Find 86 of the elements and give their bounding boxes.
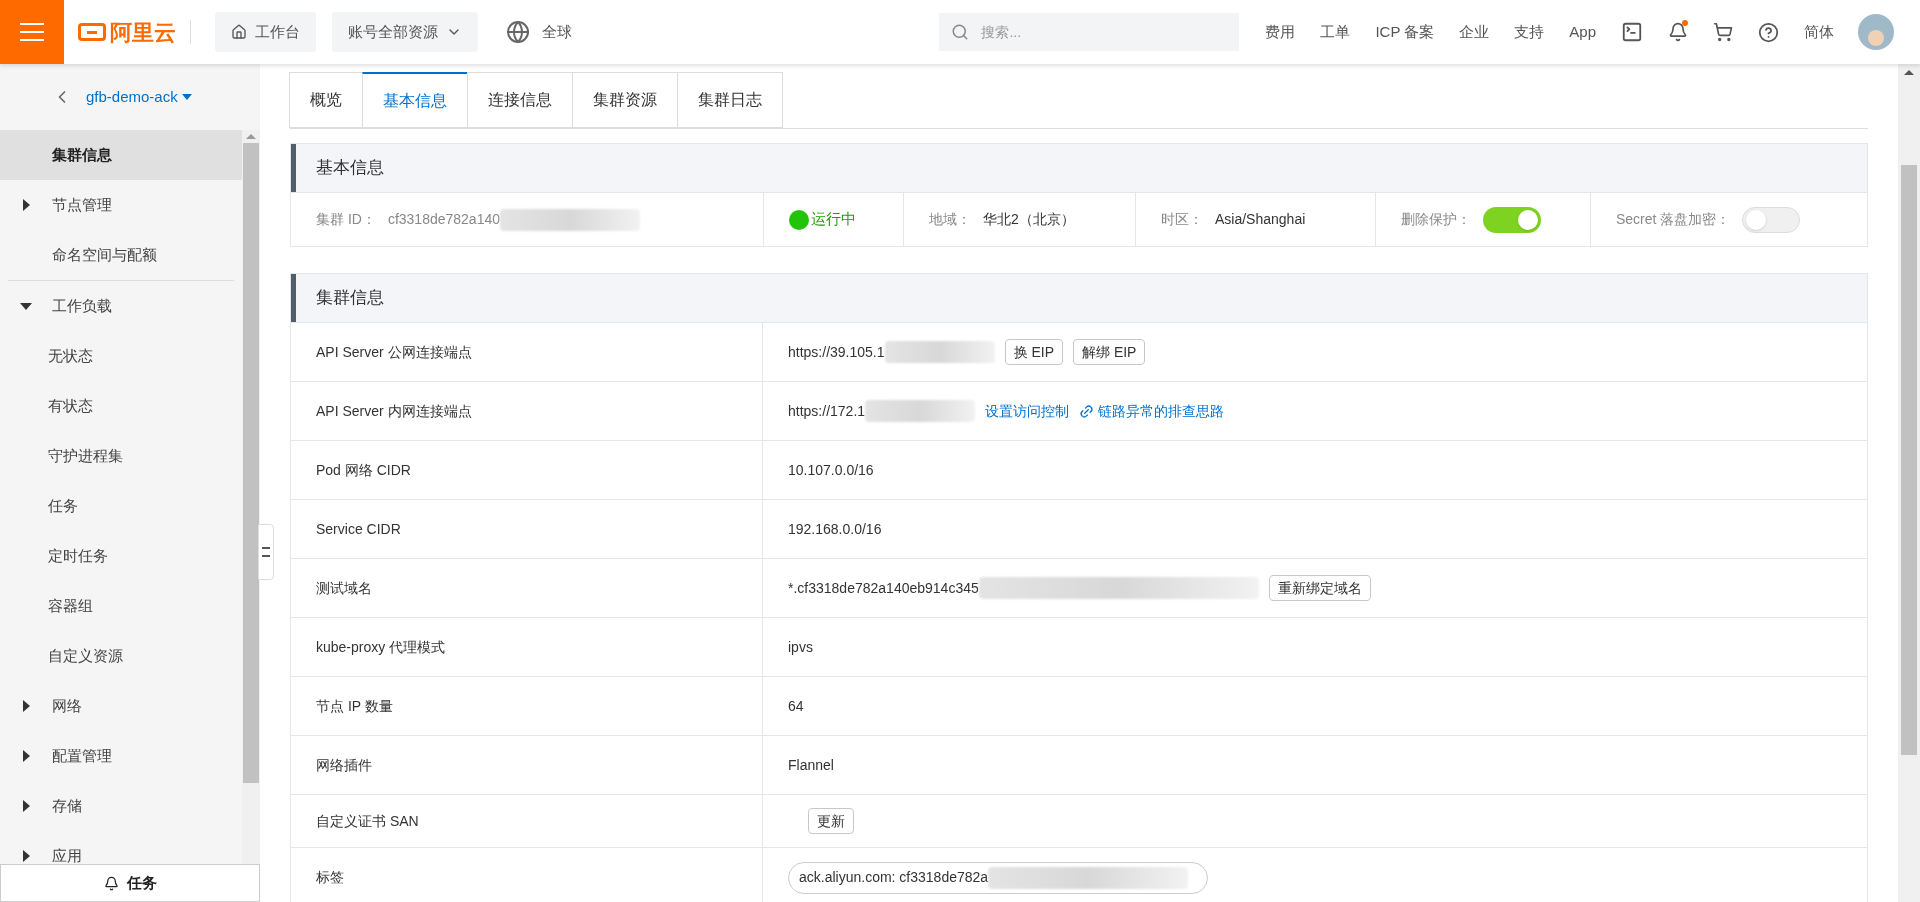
caret-right-icon	[22, 700, 30, 712]
sidebar-subitem[interactable]: 容器组	[0, 581, 242, 631]
caret-down-icon	[20, 302, 32, 310]
home-icon	[231, 24, 247, 40]
region-button[interactable]: 全球	[506, 20, 572, 44]
sidebar-item[interactable]: 配置管理	[0, 731, 242, 781]
action-button[interactable]: 解绑 EIP	[1073, 339, 1146, 365]
tasks-button[interactable]: 任务	[0, 864, 260, 902]
workbench-button[interactable]: 工作台	[215, 12, 316, 52]
sidebar-subitem[interactable]: 有状态	[0, 381, 242, 431]
sidebar-subitem[interactable]: 无状态	[0, 331, 242, 381]
tab[interactable]: 基本信息	[362, 72, 468, 128]
caret-right-icon	[22, 800, 30, 812]
field-label: 集群 ID：	[316, 210, 376, 229]
link[interactable]: 设置访问控制	[985, 400, 1070, 422]
row-value: https://172.1	[788, 401, 866, 421]
terminal-icon[interactable]	[1621, 21, 1643, 43]
link[interactable]: 链路异常的排查思路	[1098, 400, 1225, 422]
search-icon	[951, 23, 970, 41]
section-header: 基本信息	[291, 144, 1867, 192]
status-text: 运行中	[811, 209, 856, 230]
row-value: *.cf3318de782a140eb914c345	[788, 578, 979, 598]
help-icon[interactable]	[1758, 21, 1779, 43]
row-label: API Server 公网连接端点	[316, 342, 472, 362]
scrollbar[interactable]	[242, 130, 260, 864]
field-label: 地域：	[929, 210, 971, 229]
nav-link[interactable]: ICP 备案	[1375, 20, 1435, 44]
notification-bell-icon[interactable]	[1668, 22, 1688, 42]
planet-icon	[506, 20, 530, 44]
field-value: 华北2（北京）	[983, 210, 1075, 229]
field-value: cf3318de782a140	[387, 210, 500, 229]
sidebar-item[interactable]: 工作负载	[0, 281, 242, 331]
action-button[interactable]: 更新	[808, 808, 854, 834]
row-value: 192.168.0.0/16	[788, 519, 882, 539]
toggle-switch[interactable]	[1483, 206, 1541, 233]
action-button[interactable]: 重新绑定域名	[1268, 575, 1371, 601]
sidebar-subitem[interactable]: 任务	[0, 481, 242, 531]
row-value: ipvs	[788, 637, 813, 657]
sidebar-item[interactable]: 网络	[0, 681, 242, 731]
nav-link[interactable]: 企业	[1459, 20, 1490, 44]
row-value: https://39.105.1	[788, 342, 885, 362]
sidebar-item[interactable]: 节点管理	[0, 180, 242, 230]
caret-right-icon	[22, 750, 30, 762]
field-label: Secret 落盘加密：	[1616, 210, 1731, 229]
cluster-selector[interactable]: gfb-demo-ack	[86, 85, 192, 109]
action-button[interactable]: 换 EIP	[1004, 339, 1063, 365]
sidebar-item[interactable]: 存储	[0, 781, 242, 831]
row-value: 10.107.0.0/16	[788, 460, 874, 480]
collapse-handle[interactable]	[258, 524, 274, 580]
language-link[interactable]: 简体	[1804, 20, 1834, 44]
logo-icon	[78, 23, 106, 41]
caret-right-icon	[22, 199, 30, 211]
nav-link[interactable]: 工单	[1320, 20, 1351, 44]
field-label: 时区：	[1161, 210, 1203, 229]
tab[interactable]: 集群日志	[677, 72, 783, 128]
row-label: API Server 内网连接端点	[316, 401, 472, 421]
row-label: 测试域名	[316, 578, 372, 598]
section-header: 集群信息	[291, 274, 1867, 322]
sidebar-item[interactable]: 集群信息	[0, 130, 242, 180]
toggle-switch[interactable]	[1742, 206, 1801, 233]
tab[interactable]: 连接信息	[467, 72, 573, 128]
row-label: Service CIDR	[316, 519, 401, 539]
row-label: 节点 IP 数量	[316, 696, 393, 716]
scrollbar[interactable]	[1898, 64, 1920, 902]
tab[interactable]: 集群资源	[572, 72, 678, 128]
search-field[interactable]: 搜索...	[939, 13, 1240, 51]
resources-dropdown[interactable]: 账号全部资源	[332, 12, 478, 52]
sidebar-subitem[interactable]: 自定义资源	[0, 631, 242, 681]
row-label: Pod 网络 CIDR	[316, 460, 411, 480]
row-label: kube-proxy 代理模式	[316, 637, 446, 657]
row-label: 网络插件	[316, 755, 372, 775]
bell-icon	[103, 875, 119, 891]
row-label: 自定义证书 SAN	[316, 811, 419, 831]
field-value: Asia/Shanghai	[1215, 210, 1306, 229]
cart-icon[interactable]	[1713, 22, 1733, 42]
nav-link[interactable]: 费用	[1265, 20, 1296, 44]
row-value: 64	[788, 696, 804, 716]
row-label: 标签	[316, 868, 344, 887]
sidebar-subitem[interactable]: 定时任务	[0, 531, 242, 581]
nav-link[interactable]: 支持	[1514, 20, 1545, 44]
sidebar-subitem[interactable]: 守护进程集	[0, 431, 242, 481]
menu-button[interactable]	[0, 0, 64, 64]
field-label: 删除保护：	[1401, 210, 1471, 229]
row-value: Flannel	[788, 755, 834, 775]
nav-link[interactable]: App	[1569, 20, 1596, 44]
sidebar-item[interactable]: 命名空间与配额	[0, 230, 242, 280]
